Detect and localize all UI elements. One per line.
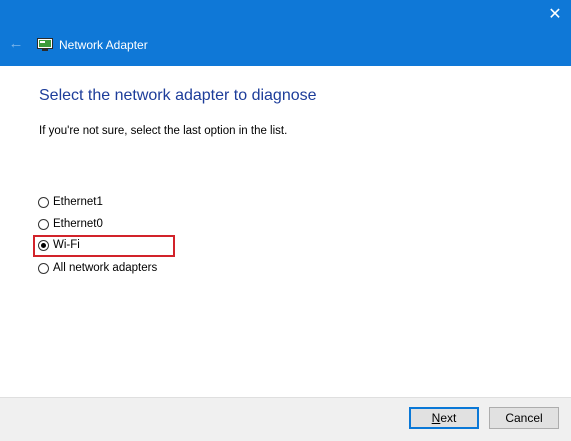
radio-button[interactable]	[38, 218, 49, 230]
cancel-label: Cancel	[505, 411, 543, 425]
option-label: All network adapters	[53, 262, 158, 274]
next-button[interactable]: Next	[409, 407, 479, 429]
highlight-box	[33, 235, 175, 257]
radio-button[interactable]	[38, 196, 49, 208]
option-ethernet1[interactable]: Ethernet1	[38, 194, 103, 210]
next-label: ext	[440, 411, 457, 425]
title-bar: ✕ ← Network Adapter	[0, 0, 571, 66]
cancel-button[interactable]: Cancel	[489, 407, 559, 429]
close-icon: ✕	[548, 6, 562, 23]
footer-bar	[0, 397, 571, 441]
radio-button[interactable]	[38, 262, 49, 274]
option-label: Ethernet1	[53, 196, 103, 208]
back-arrow-icon: ←	[8, 35, 24, 52]
troubleshooter-window: ✕ ← Network Adapter Select the network a…	[0, 0, 571, 441]
option-ethernet0[interactable]: Ethernet0	[38, 216, 103, 232]
page-heading: Select the network adapter to diagnose	[39, 87, 317, 104]
close-button[interactable]: ✕	[539, 0, 571, 30]
window-title: Network Adapter	[59, 38, 148, 52]
back-button[interactable]: ←	[6, 34, 26, 54]
network-adapter-icon	[37, 38, 53, 51]
instruction-text: If you're not sure, select the last opti…	[39, 125, 288, 137]
option-label: Ethernet0	[53, 218, 103, 230]
option-all-network-adapters[interactable]: All network adapters	[38, 260, 157, 276]
